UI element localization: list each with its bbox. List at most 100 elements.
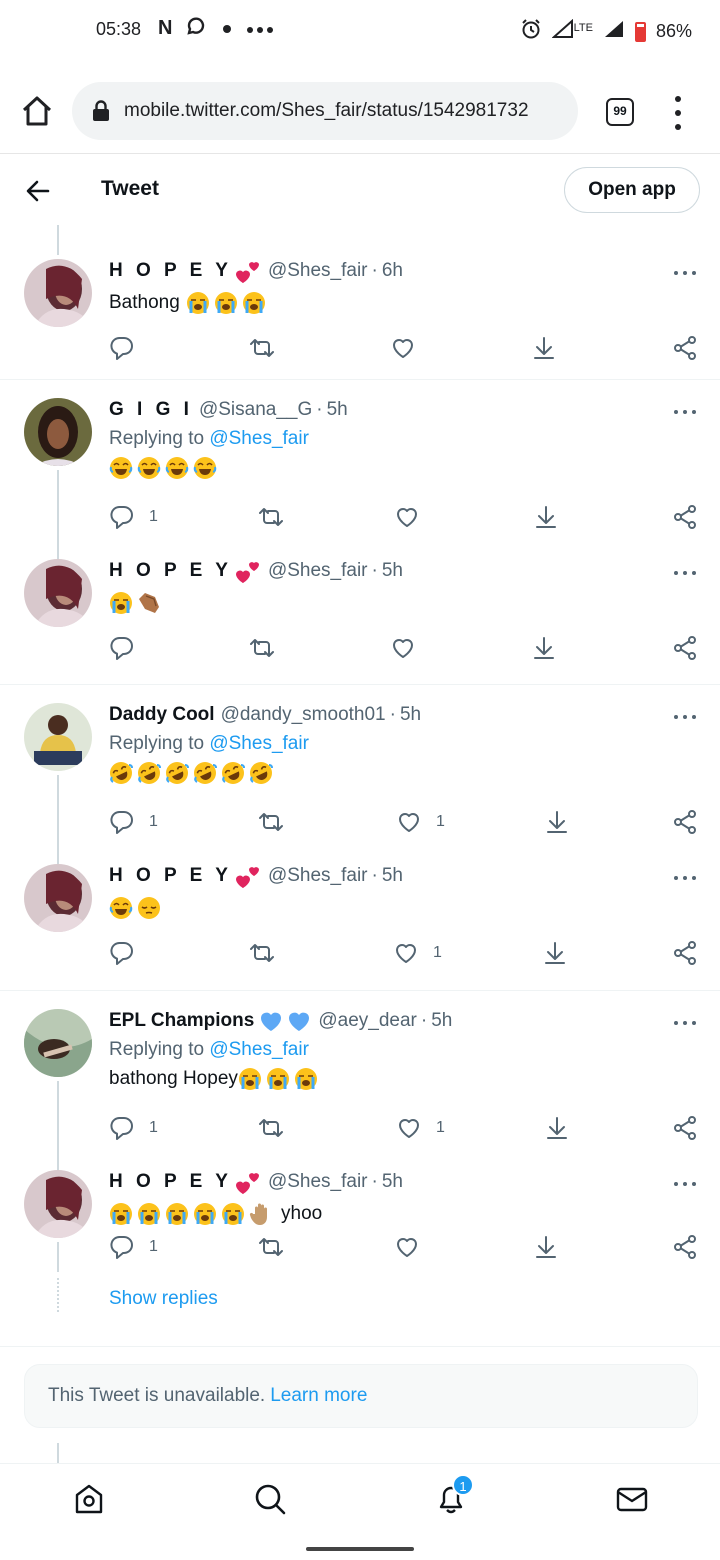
tweet-time[interactable]: 5h: [382, 1171, 403, 1193]
author-handle[interactable]: @Shes_fair: [268, 1171, 368, 1193]
avatar[interactable]: [24, 559, 92, 627]
download-button[interactable]: [531, 635, 557, 661]
messages-mail-icon[interactable]: [615, 1482, 649, 1516]
tweet-time[interactable]: 5h: [431, 1010, 452, 1032]
reply-button[interactable]: 1: [109, 809, 158, 835]
download-icon: [544, 1115, 570, 1141]
learn-more-link[interactable]: Learn more: [270, 1385, 367, 1407]
download-button[interactable]: [533, 1234, 559, 1260]
rolling-laughing-emoji-icon: [221, 761, 245, 785]
tweet-time[interactable]: 5h: [400, 704, 421, 726]
author-name[interactable]: H O P E Y: [109, 260, 232, 282]
tab-switcher-button[interactable]: 99: [606, 98, 634, 126]
search-icon[interactable]: [253, 1482, 287, 1516]
avatar[interactable]: [24, 1170, 92, 1238]
download-button[interactable]: [533, 504, 559, 530]
author-name[interactable]: H O P E Y: [109, 1171, 232, 1193]
browser-menu-icon[interactable]: [670, 96, 686, 130]
tweet-time[interactable]: 5h: [382, 865, 403, 887]
tweet-time[interactable]: 5h: [327, 399, 348, 421]
download-button[interactable]: [544, 809, 570, 835]
reply-to-link[interactable]: @Shes_fair: [209, 1039, 309, 1060]
tweet[interactable]: G I G I @Sisana__G · 5h Replying to @She…: [0, 380, 720, 547]
tweet-time[interactable]: 5h: [382, 560, 403, 582]
like-button[interactable]: 1: [396, 1115, 445, 1141]
more-options-icon[interactable]: [674, 715, 696, 721]
author-handle[interactable]: @Shes_fair: [268, 865, 368, 887]
reply-to-link[interactable]: @Shes_fair: [209, 428, 309, 449]
retweet-button[interactable]: [249, 940, 275, 966]
download-button[interactable]: [531, 335, 557, 361]
reply-to-link[interactable]: @Shes_fair: [209, 733, 309, 754]
download-icon: [533, 504, 559, 530]
share-button[interactable]: [672, 1115, 698, 1141]
reply-button[interactable]: [109, 940, 135, 966]
more-options-icon[interactable]: [674, 410, 696, 416]
tweet[interactable]: EPL Champions @aey_dear · 5h Replying to…: [0, 991, 720, 1158]
retweet-button[interactable]: [258, 504, 284, 530]
author-handle[interactable]: @Shes_fair: [268, 260, 368, 282]
gesture-navigation-bar[interactable]: [306, 1547, 414, 1551]
retweet-button[interactable]: [249, 335, 275, 361]
tweet[interactable]: H O P E Y @Shes_fair · 5h: [0, 547, 720, 685]
back-arrow-icon[interactable]: [24, 177, 52, 205]
author-handle[interactable]: @Shes_fair: [268, 560, 368, 582]
author-name[interactable]: H O P E Y: [109, 560, 232, 582]
like-button[interactable]: [394, 504, 420, 530]
avatar[interactable]: [24, 259, 92, 327]
retweet-button[interactable]: [258, 1234, 284, 1260]
author-name[interactable]: G I G I: [109, 399, 193, 421]
share-button[interactable]: [672, 635, 698, 661]
retweet-button[interactable]: [258, 809, 284, 835]
tweet-actions: [109, 635, 705, 665]
retweet-button[interactable]: [249, 635, 275, 661]
replying-to: Replying to @Shes_fair: [109, 733, 309, 754]
reply-button[interactable]: 1: [109, 504, 158, 530]
like-button[interactable]: [390, 635, 416, 661]
avatar[interactable]: [24, 864, 92, 932]
like-button[interactable]: 1: [393, 940, 442, 966]
reply-button[interactable]: [109, 635, 135, 661]
more-options-icon[interactable]: [674, 571, 696, 577]
share-button[interactable]: [672, 335, 698, 361]
like-button[interactable]: [394, 1234, 420, 1260]
download-button[interactable]: [542, 940, 568, 966]
home-icon[interactable]: [20, 94, 54, 128]
tweet[interactable]: H O P E Y @Shes_fair · 5h yhoo 1 Show re…: [0, 1158, 720, 1347]
avatar[interactable]: [24, 703, 92, 771]
like-button[interactable]: [390, 335, 416, 361]
more-options-icon[interactable]: [674, 1021, 696, 1027]
author-name[interactable]: EPL Champions: [109, 1010, 254, 1032]
author-handle[interactable]: @Sisana__G: [199, 399, 312, 421]
more-options-icon[interactable]: [674, 876, 696, 882]
more-options-icon[interactable]: [674, 271, 696, 277]
tweet[interactable]: Daddy Cool @dandy_smooth01 · 5h Replying…: [0, 685, 720, 852]
tweet[interactable]: H O P E Y @Shes_fair · 5h 1: [0, 852, 720, 991]
tweet-time[interactable]: 6h: [382, 260, 403, 282]
share-icon: [672, 809, 698, 835]
open-app-button[interactable]: Open app: [564, 167, 700, 213]
like-button[interactable]: 1: [396, 809, 445, 835]
tweet[interactable]: H O P E Y @Shes_fair · 6h Bathong: [0, 225, 720, 380]
address-bar[interactable]: mobile.twitter.com/Shes_fair/status/1542…: [72, 82, 578, 140]
home-tab-icon[interactable]: [72, 1482, 106, 1516]
author-name[interactable]: H O P E Y: [109, 865, 232, 887]
reply-button[interactable]: 1: [109, 1234, 158, 1260]
reply-button[interactable]: 1: [109, 1115, 158, 1141]
share-button[interactable]: [672, 1234, 698, 1260]
show-replies-link[interactable]: Show replies: [109, 1288, 218, 1310]
share-button[interactable]: [672, 809, 698, 835]
reply-icon: [109, 940, 135, 966]
download-button[interactable]: [544, 1115, 570, 1141]
avatar[interactable]: [24, 1009, 92, 1077]
author-handle[interactable]: @dandy_smooth01: [221, 704, 386, 726]
avatar[interactable]: [24, 398, 92, 466]
share-button[interactable]: [672, 940, 698, 966]
author-handle[interactable]: @aey_dear: [318, 1010, 417, 1032]
retweet-button[interactable]: [258, 1115, 284, 1141]
author-name[interactable]: Daddy Cool: [109, 704, 215, 726]
more-options-icon[interactable]: [674, 1182, 696, 1188]
reply-button[interactable]: [109, 335, 135, 361]
reply-icon: [109, 1234, 135, 1260]
share-button[interactable]: [672, 504, 698, 530]
